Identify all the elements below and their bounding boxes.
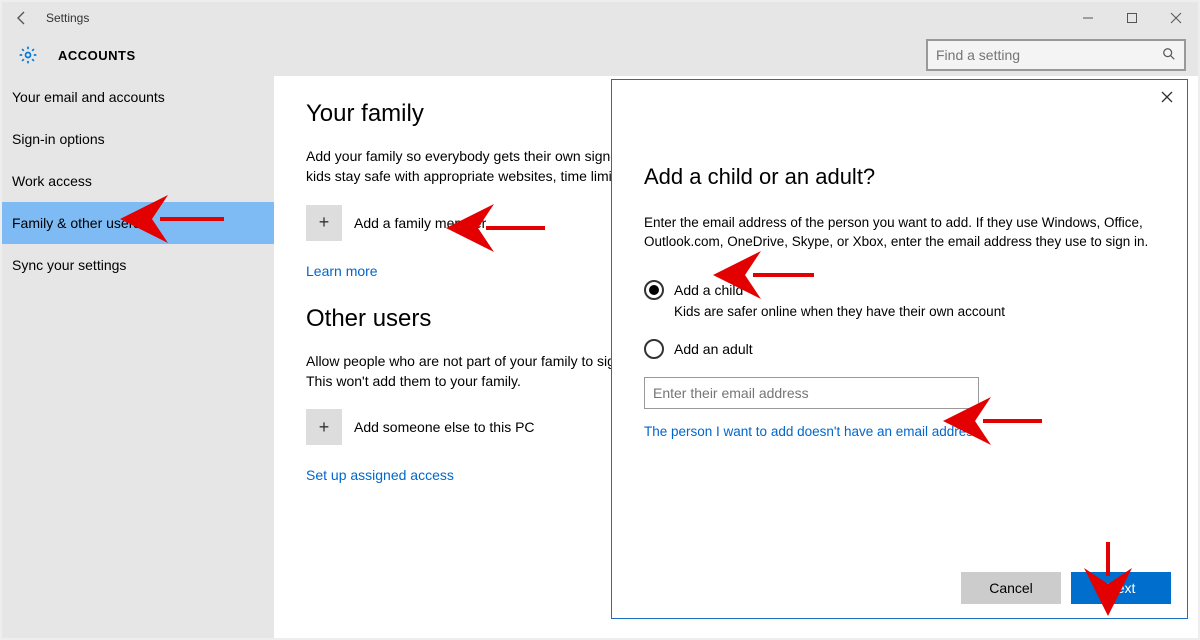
radio-indicator-icon [644, 339, 664, 359]
window-titlebar: Settings [2, 2, 1198, 34]
search-icon [1162, 47, 1176, 64]
close-window-button[interactable] [1154, 2, 1198, 34]
sidebar-item-family[interactable]: Family & other users [2, 202, 274, 244]
dialog-intro: Enter the email address of the person yo… [644, 214, 1155, 252]
dialog-title: Add a child or an adult? [644, 164, 1155, 190]
back-button[interactable] [10, 6, 34, 30]
add-family-member-label: Add a family member [354, 215, 486, 231]
sidebar: Your email and accounts Sign-in options … [2, 76, 274, 638]
sidebar-item-label: Family & other users [12, 215, 140, 231]
no-email-link[interactable]: The person I want to add doesn't have an… [644, 424, 980, 439]
gear-icon [18, 45, 38, 65]
sidebar-item-label: Sync your settings [12, 257, 126, 273]
learn-more-link[interactable]: Learn more [306, 263, 378, 279]
window-title: Settings [46, 11, 89, 25]
page-title: ACCOUNTS [58, 48, 926, 63]
assigned-access-link[interactable]: Set up assigned access [306, 467, 454, 483]
sidebar-item-sync[interactable]: Sync your settings [2, 244, 274, 286]
radio-add-child[interactable]: Add a child [644, 280, 1155, 300]
search-input[interactable] [936, 47, 1162, 63]
radio-child-label: Add a child [674, 282, 743, 298]
email-input[interactable] [653, 378, 970, 408]
sidebar-item-label: Sign-in options [12, 131, 105, 147]
dialog-close-button[interactable] [1157, 86, 1177, 110]
next-button[interactable]: Next [1071, 572, 1171, 604]
sidebar-item-work[interactable]: Work access [2, 160, 274, 202]
add-person-dialog: Add a child or an adult? Enter the email… [611, 79, 1188, 619]
radio-adult-label: Add an adult [674, 341, 753, 357]
minimize-button[interactable] [1066, 2, 1110, 34]
cancel-button[interactable]: Cancel [961, 572, 1061, 604]
plus-icon: + [306, 205, 342, 241]
search-box[interactable] [926, 39, 1186, 71]
radio-add-adult[interactable]: Add an adult [644, 339, 1155, 359]
sidebar-item-label: Work access [12, 173, 92, 189]
radio-indicator-icon [644, 280, 664, 300]
sidebar-item-signin[interactable]: Sign-in options [2, 118, 274, 160]
email-field-wrapper[interactable] [644, 377, 979, 409]
add-other-user-label: Add someone else to this PC [354, 419, 535, 435]
radio-child-sub: Kids are safer online when they have the… [674, 304, 1155, 319]
settings-header: ACCOUNTS [2, 34, 1198, 76]
plus-icon: + [306, 409, 342, 445]
maximize-button[interactable] [1110, 2, 1154, 34]
sidebar-item-label: Your email and accounts [12, 89, 165, 105]
sidebar-item-email[interactable]: Your email and accounts [2, 76, 274, 118]
